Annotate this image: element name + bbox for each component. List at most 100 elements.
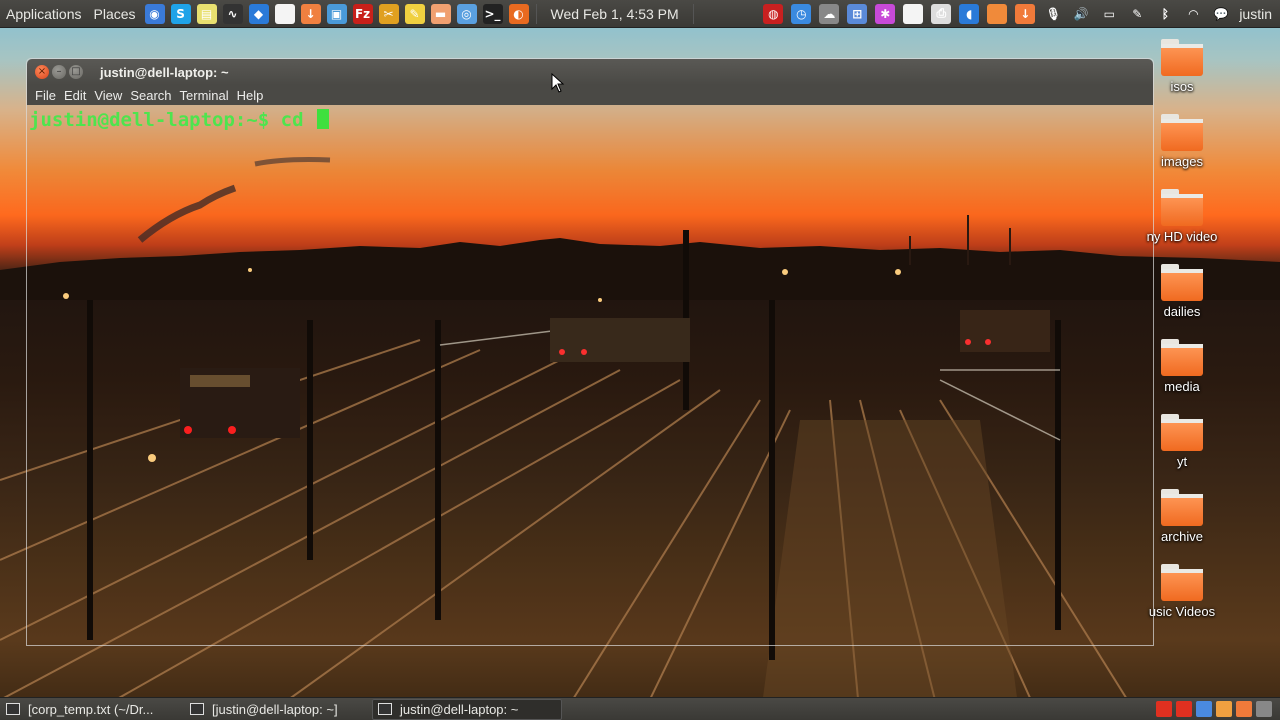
launcher-icons: ◉ S ▤ ∿ ◆ ↓ ▣ Fz ✂ ✎ ▬ ◎ >_ ◐ [142,3,532,24]
desktop-folder-isos[interactable]: isos [1142,39,1222,94]
desktop-folder-label: isos [1170,79,1194,94]
task-label: [justin@dell-laptop: ~] [212,701,338,717]
menu-terminal[interactable]: Terminal [176,88,233,103]
firefox-icon[interactable]: ◐ [508,3,529,24]
skype-icon[interactable]: S [170,3,191,24]
panel-separator [692,3,694,24]
desktop-folder-archive[interactable]: archive [1142,489,1222,544]
menu-view[interactable]: View [90,88,126,103]
files-icon[interactable]: ▬ [430,3,451,24]
desktop-folder-yt[interactable]: yt [1142,414,1222,469]
desktop-folder-label: ny HD video [1146,229,1218,244]
bottom-tray [1154,701,1280,717]
tools-icon[interactable]: ✂ [378,3,399,24]
menu-help[interactable]: Help [233,88,268,103]
bottom-tray-icon[interactable] [1216,701,1232,717]
taskbar-item-terminal-2[interactable]: justin@dell-laptop: ~ [372,698,562,720]
folder-icon [1161,564,1203,601]
weather-icon[interactable]: ☁ [819,3,840,24]
edit-icon[interactable]: ✎ [1127,4,1147,24]
folder-icon [1161,339,1203,376]
download-folder-icon[interactable]: ↓ [300,3,321,24]
applications-menu[interactable]: Applications [0,6,88,22]
top-panel: Applications Places ◉ S ▤ ∿ ◆ ↓ ▣ Fz ✂ ✎ ▬ ◎ >_ ◐ Wed… [0,0,1280,28]
battery-icon[interactable]: ▭ [1099,4,1119,24]
system-monitor-icon[interactable]: ∿ [222,3,243,24]
close-window-button[interactable]: × [35,65,49,79]
text-editor-icon[interactable] [274,3,295,24]
wifi-icon[interactable]: ◠ [1183,4,1203,24]
notes-icon[interactable]: ▤ [196,3,217,24]
menu-edit[interactable]: Edit [60,88,90,103]
desktop-folder-images[interactable]: images [1142,114,1222,169]
menu-search[interactable]: Search [126,88,175,103]
document-icon[interactable] [903,3,924,24]
user-menu[interactable]: justin [1239,6,1272,22]
clock[interactable]: Wed Feb 1, 4:53 PM [551,6,679,22]
terminal-prompt: justin@dell-laptop:~$ cd [29,109,315,131]
maximize-window-button[interactable]: □ [69,65,83,79]
desktop-folder-label: usic Videos [1148,604,1216,619]
desktop-folder-label: dailies [1163,304,1201,319]
microphone-icon[interactable]: 🎙 [1043,4,1063,24]
places-menu[interactable]: Places [88,6,142,22]
terminal-titlebar[interactable]: × – □ justin@dell-laptop: ~ [27,59,1153,85]
system-tray: ◍ ◷ ☁ ⊞ ✱ ⎙ ◖ ↓ 🎙 🔊 ▭ ✎ ᛒ ◠ 💬 [759,3,1235,24]
printer-icon[interactable]: ⎙ [931,3,952,24]
filezilla-icon[interactable]: Fz [352,3,373,24]
task-label: justin@dell-laptop: ~ [400,701,519,717]
settings-icon[interactable]: ✱ [875,3,896,24]
terminal-cursor [316,109,329,129]
terminal-icon[interactable]: >_ [482,3,503,24]
terminal-body[interactable]: justin@dell-laptop:~$ cd [27,105,1153,645]
mouse-pointer-icon [551,73,565,93]
desktop-folder-label: archive [1161,529,1203,544]
text-editor-icon [6,703,20,715]
terminal-menubar: File Edit View Search Terminal Help [27,85,1153,105]
terminal-window[interactable]: × – □ justin@dell-laptop: ~ File Edit Vi… [26,58,1154,646]
chrome-icon[interactable]: ◉ [144,3,165,24]
terminal-icon [378,703,392,715]
folder-icon [1161,39,1203,76]
volume-icon[interactable]: 🔊 [1071,4,1091,24]
minimize-window-button[interactable]: – [52,65,66,79]
bluetooth-manager-icon[interactable]: ◖ [959,3,980,24]
bottom-tray-icon[interactable] [1256,701,1272,717]
terminal-title: justin@dell-laptop: ~ [100,64,229,80]
bottom-panel: [corp_temp.txt (~/Dr... [justin@dell-lap… [0,697,1280,720]
updates-icon[interactable]: ↓ [1015,3,1036,24]
folder-icon [1161,114,1203,151]
bluetooth-icon[interactable]: ᛒ [1155,4,1175,24]
network-manager-icon[interactable]: ⊞ [847,3,868,24]
taskbar-item-terminal-1[interactable]: [justin@dell-laptop: ~] [184,699,368,720]
folder-icon[interactable] [987,3,1008,24]
desktop-folder-dailies[interactable]: dailies [1142,264,1222,319]
task-label: [corp_temp.txt (~/Dr... [28,701,154,717]
taskbar-item-corp-temp[interactable]: [corp_temp.txt (~/Dr... [0,699,180,720]
desktop-folder-label: media [1164,379,1200,394]
desktop-folder-media[interactable]: media [1142,339,1222,394]
folder-icon [1161,264,1203,301]
folder-icon [1161,489,1203,526]
redshift-icon[interactable]: ◍ [763,3,784,24]
browser-icon[interactable]: ◎ [456,3,477,24]
folder-icon [1161,414,1203,451]
panel-separator [535,3,537,24]
desktop-folder-ny-hd-video[interactable]: ny HD video [1142,189,1222,244]
bottom-tray-icon[interactable] [1176,701,1192,717]
desktop-folder-label: images [1161,154,1203,169]
bottom-tray-icon[interactable] [1236,701,1252,717]
clock-icon[interactable]: ◷ [791,3,812,24]
screenshot-icon[interactable]: ▣ [326,3,347,24]
desktop-folder-label: yt [1176,454,1188,469]
bottom-tray-icon[interactable] [1196,701,1212,717]
desktop-folder-usic-videos[interactable]: usic Videos [1142,564,1222,619]
sticky-notes-icon[interactable]: ✎ [404,3,425,24]
chat-icon[interactable]: 💬 [1211,4,1231,24]
dropbox-icon[interactable]: ◆ [248,3,269,24]
bottom-tray-icon[interactable] [1156,701,1172,717]
menu-file[interactable]: File [31,88,60,103]
user-label: justin [1239,5,1272,22]
terminal-icon [190,703,204,715]
folder-icon [1161,189,1203,226]
